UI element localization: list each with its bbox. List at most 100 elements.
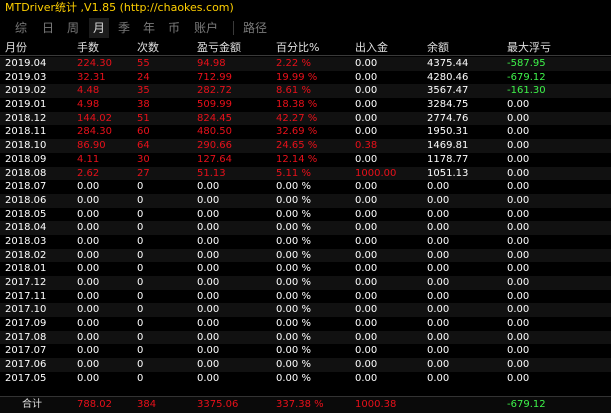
table-row[interactable]: 2019.01 4.98 38 509.99 18.38 % 0.00 3284.75 0.0… [0, 98, 611, 112]
table-row[interactable]: 2018.03 0.00 0 0.00 0.00 % 0.00 0.00 0.00 [0, 235, 611, 249]
header-max-drawdown[interactable]: 最大浮亏 [507, 42, 551, 53]
cell-percent: 0.00 % [276, 249, 311, 261]
tab-month[interactable]: 月 [89, 18, 109, 38]
table-row[interactable]: 2017.11 0.00 0 0.00 0.00 % 0.00 0.00 0.00 [0, 290, 611, 304]
header-deposit-withdraw[interactable]: 出入金 [355, 42, 388, 53]
total-lots: 788.02 [77, 399, 112, 410]
window-title: MTDriver统计 ,V1.85 (http://chaokes.com) [5, 1, 234, 14]
table-row[interactable]: 2018.10 86.90 64 290.66 24.65 % 0.38 1469.81 0.… [0, 139, 611, 153]
cell-deposit-withdraw: 0.00 [355, 126, 378, 138]
cell-month: 2019.03 [5, 71, 47, 83]
cell-lots: 4.98 [77, 99, 100, 111]
cell-balance: 1178.77 [427, 153, 469, 165]
cell-percent: 0.00 % [276, 277, 311, 288]
cell-month: 2018.09 [5, 153, 47, 165]
cell-max-drawdown: 0.00 [507, 112, 530, 124]
cell-deposit-withdraw: 0.00 [355, 345, 378, 357]
cell-balance: 1950.31 [427, 126, 469, 138]
cell-lots: 86.90 [77, 140, 106, 152]
tab-week[interactable]: 周 [67, 18, 83, 38]
cell-max-drawdown: 0.00 [507, 345, 530, 357]
tab-year[interactable]: 年 [143, 18, 159, 38]
cell-month: 2019.02 [5, 85, 47, 97]
table-header: 月份 手数 次数 盈亏金额 百分比% 出入金 余额 最大浮亏 [0, 40, 611, 56]
cell-month: 2018.07 [5, 181, 47, 193]
cell-max-drawdown: 0.00 [507, 249, 530, 261]
cell-balance: 4280.46 [427, 71, 469, 83]
table-row[interactable]: 2018.07 0.00 0 0.00 0.00 % 0.00 0.00 0.00 [0, 180, 611, 194]
cell-deposit-withdraw: 0.00 [355, 304, 378, 316]
table-row[interactable]: 2017.10 0.00 0 0.00 0.00 % 0.00 0.00 0.00 [0, 303, 611, 318]
tab-account[interactable]: 账户 [194, 18, 228, 38]
header-balance[interactable]: 余额 [427, 42, 449, 53]
table-row[interactable]: 2017.07 0.00 0 0.00 0.00 % 0.00 0.00 0.00 [0, 344, 611, 358]
cell-deposit-withdraw: 0.00 [355, 372, 378, 384]
tab-overview[interactable]: 综 [15, 18, 31, 38]
cell-lots: 32.31 [77, 71, 106, 83]
cell-percent: 0.00 % [276, 222, 311, 234]
cell-balance: 4375.44 [427, 58, 469, 69]
cell-count: 0 [137, 222, 144, 234]
table-row[interactable]: 2019.03 32.31 24 712.99 19.99 % 0.00 4280.46 -6… [0, 71, 611, 85]
cell-max-drawdown: 0.00 [507, 126, 530, 138]
cell-percent: 32.69 % [276, 126, 318, 138]
cell-balance: 1469.81 [427, 140, 469, 152]
cell-pnl: 0.00 [197, 277, 220, 288]
cell-balance: 1051.13 [427, 167, 469, 179]
table-row[interactable]: 2018.08 2.62 27 51.13 5.11 % 1000.00 1051.13 0.… [0, 166, 611, 181]
table-row[interactable]: 2018.09 4.11 30 127.64 12.14 % 0.00 1178.77 0.0… [0, 153, 611, 167]
cell-balance: 0.00 [427, 359, 450, 371]
cell-month: 2017.06 [5, 359, 47, 371]
cell-lots: 0.00 [77, 304, 100, 316]
cell-max-drawdown: -679.12 [507, 71, 546, 83]
table-row[interactable]: 2018.05 0.00 0 0.00 0.00 % 0.00 0.00 0.00 [0, 208, 611, 222]
cell-deposit-withdraw: 0.00 [355, 99, 378, 111]
cell-lots: 0.00 [77, 235, 100, 247]
table-row[interactable]: 2017.05 0.00 0 0.00 0.00 % 0.00 0.00 0.00 [0, 372, 611, 386]
cell-deposit-withdraw: 0.00 [355, 71, 378, 83]
cell-month: 2017.10 [5, 304, 47, 316]
tab-day[interactable]: 日 [42, 18, 58, 38]
table-row[interactable]: 2017.08 0.00 0 0.00 0.00 % 0.00 0.00 0.00 [0, 330, 611, 345]
cell-balance: 0.00 [427, 222, 450, 234]
cell-balance: 0.00 [427, 181, 450, 193]
cell-pnl: 127.64 [197, 153, 232, 165]
cell-max-drawdown: 0.00 [507, 153, 530, 165]
cell-pnl: 509.99 [197, 99, 232, 111]
table-row[interactable]: 2017.06 0.00 0 0.00 0.00 % 0.00 0.00 0.00 [0, 358, 611, 372]
table-row[interactable]: 2018.06 0.00 0 0.00 0.00 % 0.00 0.00 0.00 [0, 193, 611, 208]
cell-max-drawdown: 0.00 [507, 290, 530, 302]
table-row[interactable]: 2019.02 4.48 35 282.72 8.61 % 0.00 3567.47 -161… [0, 84, 611, 99]
header-pnl[interactable]: 盈亏金额 [197, 42, 241, 53]
table-row[interactable]: 2018.01 0.00 0 0.00 0.00 % 0.00 0.00 0.00 [0, 262, 611, 276]
cell-percent: 8.61 % [276, 85, 311, 97]
cell-deposit-withdraw: 1000.00 [355, 167, 397, 179]
cell-balance: 0.00 [427, 235, 450, 247]
table-row[interactable]: 2018.11 284.30 60 480.50 32.69 % 0.00 1950.31 0… [0, 125, 611, 139]
table-row[interactable]: 2017.12 0.00 0 0.00 0.00 % 0.00 0.00 0.00 [0, 276, 611, 290]
table-row[interactable]: 2017.09 0.00 0 0.00 0.00 % 0.00 0.00 0.00 [0, 317, 611, 331]
cell-deposit-withdraw: 0.38 [355, 140, 378, 152]
table-row[interactable]: 2019.04 224.30 55 94.98 2.22 % 0.00 4375.44 -58… [0, 57, 611, 71]
cell-month: 2018.10 [5, 140, 47, 152]
tab-quarter[interactable]: 季 [118, 18, 134, 38]
cell-month: 2018.01 [5, 263, 47, 275]
tab-currency[interactable]: 币 [168, 18, 184, 38]
cell-balance: 0.00 [427, 263, 450, 275]
cell-lots: 144.02 [77, 112, 112, 124]
cell-percent: 0.00 % [276, 194, 311, 206]
header-percent[interactable]: 百分比% [276, 42, 319, 53]
cell-count: 60 [137, 126, 150, 138]
cell-max-drawdown: 0.00 [507, 99, 530, 111]
header-count[interactable]: 次数 [137, 42, 159, 53]
header-lots[interactable]: 手数 [77, 42, 99, 53]
cell-percent: 18.38 % [276, 99, 318, 111]
table-row[interactable]: 2018.02 0.00 0 0.00 0.00 % 0.00 0.00 0.00 [0, 248, 611, 263]
cell-deposit-withdraw: 0.00 [355, 112, 378, 124]
cell-deposit-withdraw: 0.00 [355, 181, 378, 193]
table-row[interactable]: 2018.04 0.00 0 0.00 0.00 % 0.00 0.00 0.00 [0, 221, 611, 235]
header-month[interactable]: 月份 [5, 42, 27, 53]
tab-path[interactable]: 路径 [243, 18, 277, 38]
table-row[interactable]: 2018.12 144.02 51 824.45 42.27 % 0.00 2774.76 0… [0, 111, 611, 126]
cell-month: 2017.12 [5, 277, 47, 288]
